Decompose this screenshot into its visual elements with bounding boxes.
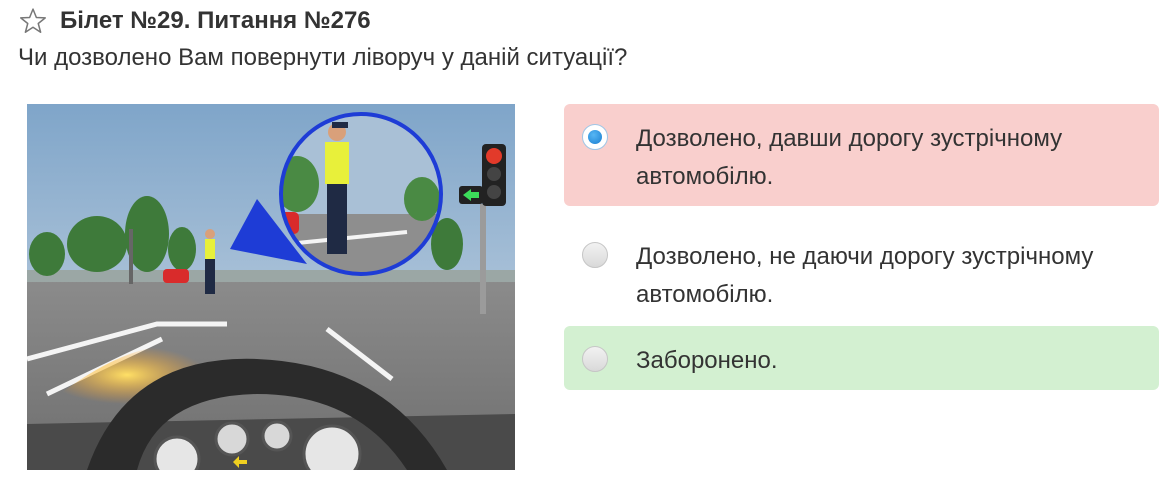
traffic-scene-image: [27, 104, 515, 470]
answer-list: Дозволено, давши дорогу зустрічному авто…: [564, 104, 1159, 410]
answer-option-1[interactable]: Дозволено, давши дорогу зустрічному авто…: [564, 104, 1159, 206]
answer-label: Дозволено, не даючи дорогу зустрічному а…: [636, 243, 1094, 308]
ticket-title: Білет №29. Питання №276: [60, 7, 371, 34]
radio-icon[interactable]: [582, 242, 608, 268]
answer-label: Дозволено, давши дорогу зустрічному авто…: [636, 125, 1063, 190]
star-outline-icon[interactable]: [18, 6, 48, 36]
answer-option-3[interactable]: Заборонено.: [564, 326, 1159, 390]
radio-selected-icon[interactable]: [582, 124, 608, 150]
answer-label: Заборонено.: [636, 347, 778, 374]
question-text: Чи дозволено Вам повернути ліворуч у дан…: [18, 44, 628, 71]
answer-option-2[interactable]: Дозволено, не даючи дорогу зустрічному а…: [564, 222, 1159, 324]
radio-icon[interactable]: [582, 346, 608, 372]
question-header: Білет №29. Питання №276: [18, 4, 371, 38]
